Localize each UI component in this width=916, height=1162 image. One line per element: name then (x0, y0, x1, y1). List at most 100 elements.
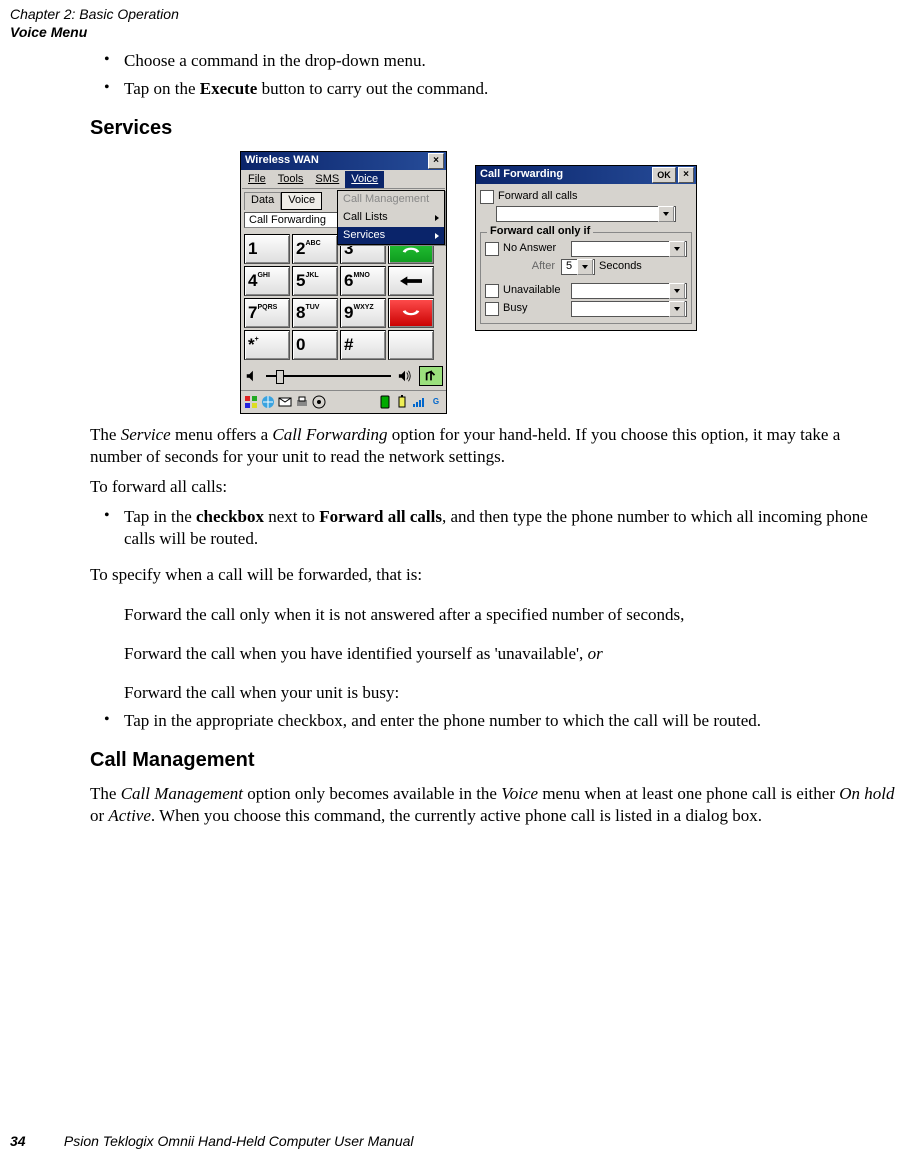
tray-bars-icon[interactable] (412, 395, 426, 409)
tab-data[interactable]: Data (244, 192, 281, 210)
menuitem-services[interactable]: Services (338, 227, 444, 245)
tab-voice[interactable]: Voice (281, 192, 322, 210)
key-blank (388, 330, 434, 360)
t: Forward the call when you have identifie… (124, 644, 588, 663)
close-icon[interactable]: × (428, 153, 444, 169)
key-9[interactable]: 9WXYZ (340, 298, 386, 328)
label-seconds: Seconds (599, 260, 642, 274)
t: or (90, 806, 108, 825)
key-sub: JKL (305, 272, 318, 281)
t: Forward all calls (319, 507, 442, 526)
dropdown-after-seconds[interactable]: 5 (561, 259, 595, 275)
dropdown-unavailable[interactable] (571, 283, 687, 299)
speaker-mute-icon[interactable] (244, 368, 260, 384)
footer-text: Psion Teklogix Omnii Hand-Held Computer … (64, 1133, 414, 1149)
key-label: 7 (248, 302, 257, 323)
para-to-specify: To specify when a call will be forwarded… (90, 564, 896, 586)
tray-gprs-icon[interactable]: G (429, 395, 443, 409)
key-6[interactable]: 6MNO (340, 266, 386, 296)
key-hangup[interactable] (388, 298, 434, 328)
volume-slider[interactable] (266, 375, 391, 377)
page-header: Chapter 2: Basic Operation Voice Menu (10, 6, 179, 41)
group-forward-only-if: Forward call only if No Answer After 5 (480, 232, 692, 324)
tray-mail-icon[interactable] (278, 395, 292, 409)
t: or (588, 644, 603, 663)
t: Active (108, 806, 150, 825)
key-sub: + (255, 336, 259, 345)
bullet-checkbox-forward-all: Tap in the checkbox next to Forward all … (90, 506, 896, 550)
checkbox-busy[interactable] (485, 302, 499, 316)
checkbox-forward-all[interactable] (480, 190, 494, 204)
dropdown-forward-all[interactable] (496, 206, 676, 222)
bullets-specify-appropriate: Tap in the appropriate checkbox, and ent… (90, 710, 896, 732)
bullet-text-bold: Execute (200, 79, 258, 98)
t: Tap in the (124, 507, 196, 526)
key-label: 2 (296, 238, 305, 259)
menuitem-call-lists[interactable]: Call Lists (338, 209, 444, 227)
label-no-answer: No Answer (503, 242, 567, 256)
start-icon[interactable] (244, 395, 258, 409)
t: Voice (501, 784, 538, 803)
tray-battery-icon[interactable] (395, 395, 409, 409)
t: menu offers a (171, 425, 273, 444)
menu-voice[interactable]: Voice (345, 171, 384, 188)
key-2[interactable]: 2ABC (292, 234, 338, 264)
titlebar-cfwd[interactable]: Call Forwarding OK × (476, 166, 696, 184)
figure-row: Wireless WAN × File Tools SMS Voice Call… (240, 151, 896, 414)
page-content: Choose a command in the drop-down menu. … (90, 50, 896, 835)
title-text: Wireless WAN (245, 154, 319, 168)
t: Tap in the appropriate checkbox, and ent… (124, 711, 761, 730)
header-chapter: Chapter 2: Basic Operation (10, 6, 179, 24)
t: The (90, 784, 121, 803)
menubar: File Tools SMS Voice Call Management Cal… (242, 171, 445, 189)
key-1[interactable]: 1 (244, 234, 290, 264)
key-label: * (248, 334, 255, 355)
title-text: Call Forwarding (480, 168, 563, 182)
menu-file[interactable]: File (242, 171, 272, 188)
titlebar-wwan[interactable]: Wireless WAN × (241, 152, 446, 170)
checkbox-no-answer[interactable] (485, 242, 499, 256)
close-icon[interactable]: × (678, 167, 694, 183)
key-sub: MNO (353, 272, 369, 281)
ok-button[interactable]: OK (652, 167, 676, 183)
key-sub: ABC (305, 240, 320, 249)
key-label: 6 (344, 270, 353, 291)
key-label: 8 (296, 302, 305, 323)
sip-keyboard-icon[interactable] (419, 366, 443, 386)
key-star[interactable]: *+ (244, 330, 290, 360)
label-busy: Busy (503, 302, 567, 316)
key-4[interactable]: 4GHI (244, 266, 290, 296)
chevron-down-icon (674, 307, 680, 311)
bullet-text: Choose a command in the drop-down menu. (124, 51, 426, 70)
header-section: Voice Menu (10, 24, 179, 42)
key-label: 1 (248, 238, 257, 259)
backspace-icon (400, 276, 422, 286)
key-7[interactable]: 7PQRS (244, 298, 290, 328)
t: option only becomes available in the (243, 784, 501, 803)
tray-phone-icon[interactable] (378, 395, 392, 409)
chevron-down-icon (663, 212, 669, 216)
menu-sms[interactable]: SMS (309, 171, 345, 188)
bullets-forward-all: Tap in the checkbox next to Forward all … (90, 506, 896, 550)
speaker-loud-icon[interactable] (397, 368, 413, 384)
tray-print-icon[interactable] (295, 395, 309, 409)
taskbar: G (241, 390, 446, 413)
key-0[interactable]: 0 (292, 330, 338, 360)
label-unavailable: Unavailable (503, 284, 567, 298)
t: The (90, 425, 121, 444)
tray-globe-icon[interactable] (261, 395, 275, 409)
menuitem-label: Services (343, 229, 385, 243)
bullet-appropriate-checkbox: Tap in the appropriate checkbox, and ent… (90, 710, 896, 732)
checkbox-unavailable[interactable] (485, 284, 499, 298)
key-backspace[interactable] (388, 266, 434, 296)
dropdown-no-answer[interactable] (571, 241, 687, 257)
t: menu when at least one phone call is eit… (538, 784, 839, 803)
t: On hold (839, 784, 894, 803)
key-5[interactable]: 5JKL (292, 266, 338, 296)
dropdown-value: 5 (566, 260, 572, 274)
key-8[interactable]: 8TUV (292, 298, 338, 328)
menu-tools[interactable]: Tools (272, 171, 310, 188)
key-hash[interactable]: # (340, 330, 386, 360)
dropdown-busy[interactable] (571, 301, 687, 317)
tray-signal-icon[interactable] (312, 395, 326, 409)
